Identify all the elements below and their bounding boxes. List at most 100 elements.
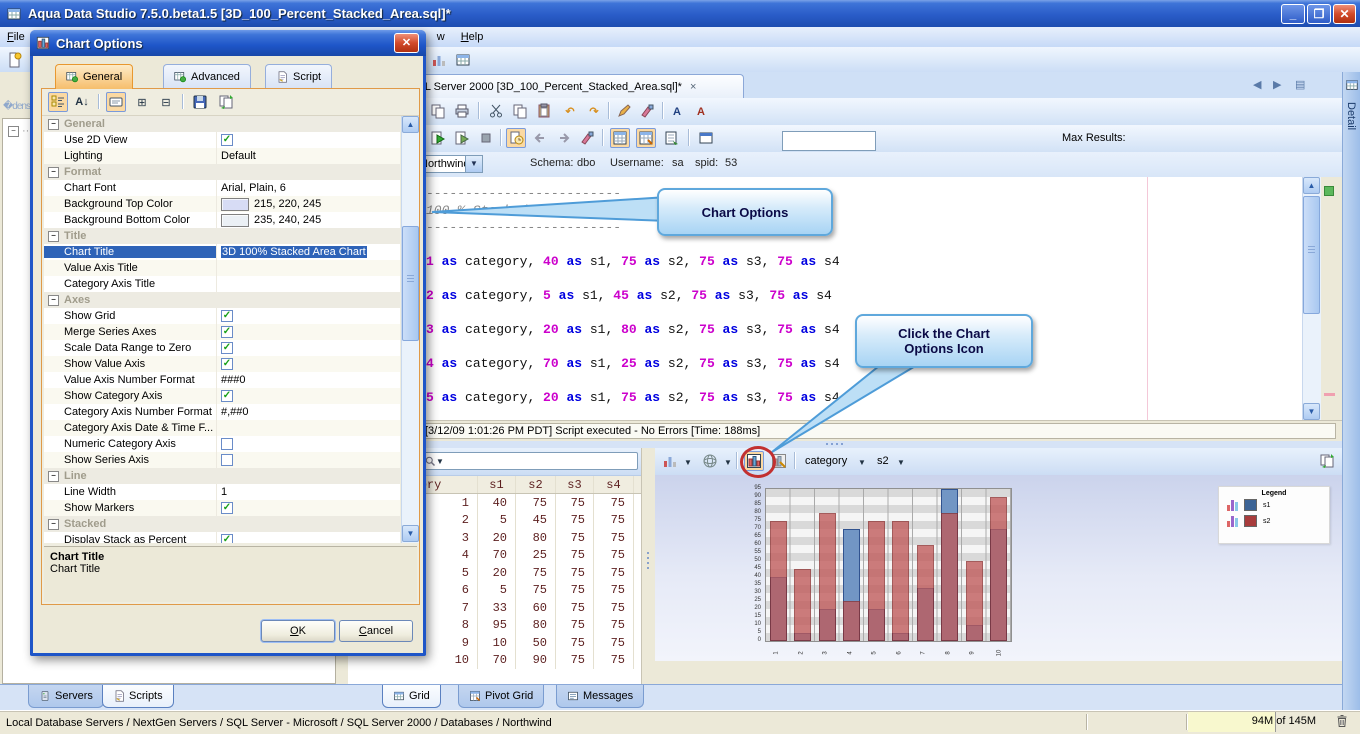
chart-type-caret-icon[interactable]: ▼ bbox=[684, 458, 692, 467]
chart-3d-caret-icon[interactable]: ▼ bbox=[724, 458, 732, 467]
property-row[interactable]: Scale Data Range to Zero ✓ bbox=[44, 340, 400, 356]
property-row[interactable]: Chart Title 3D 100% Stacked Area Chart bbox=[44, 244, 400, 260]
property-row[interactable]: Numeric Category Axis bbox=[44, 436, 400, 452]
tab-close-icon[interactable]: × bbox=[690, 81, 696, 93]
text-results-icon[interactable] bbox=[664, 130, 680, 146]
search-filter-caret-icon[interactable]: ▼ bbox=[436, 457, 444, 466]
chart-export-icon[interactable] bbox=[1319, 453, 1335, 469]
property-value[interactable]: Arial, Plain, 6 bbox=[216, 180, 400, 196]
prop-scroll-down-icon[interactable]: ▼ bbox=[402, 525, 419, 542]
tree-collapse-icon[interactable]: − bbox=[8, 125, 19, 137]
section-row[interactable]: − General bbox=[44, 116, 400, 132]
save-all-icon[interactable] bbox=[430, 103, 446, 119]
minimize-button[interactable]: _ bbox=[1281, 4, 1305, 24]
section-collapse-icon[interactable]: − bbox=[48, 230, 59, 242]
property-row[interactable]: Show Category Axis ✓ bbox=[44, 388, 400, 404]
scroll-down-icon[interactable]: ▼ bbox=[1303, 403, 1320, 420]
property-row[interactable]: Line Width 1 bbox=[44, 484, 400, 500]
property-row[interactable]: Category Axis Number Format #,##0 bbox=[44, 404, 400, 420]
property-row[interactable]: Show Value Axis ✓ bbox=[44, 356, 400, 372]
property-row[interactable]: Chart Font Arial, Plain, 6 bbox=[44, 180, 400, 196]
property-value[interactable]: ✓ bbox=[216, 324, 400, 340]
checkbox[interactable]: ✓ bbox=[221, 310, 233, 322]
section-row[interactable]: − Axes bbox=[44, 292, 400, 308]
property-value[interactable]: 1 bbox=[216, 484, 400, 500]
cut-icon[interactable] bbox=[488, 103, 504, 119]
tab-messages[interactable]: Messages bbox=[556, 685, 645, 708]
checkbox[interactable]: ✓ bbox=[221, 358, 233, 370]
section-collapse-icon[interactable]: − bbox=[48, 118, 59, 130]
ok-button[interactable]: OK bbox=[261, 620, 335, 642]
max-results-input[interactable] bbox=[782, 131, 876, 151]
table-icon[interactable] bbox=[455, 52, 471, 68]
y-field-caret-icon[interactable]: ▼ bbox=[897, 458, 905, 467]
section-collapse-icon[interactable]: − bbox=[48, 294, 59, 306]
tab-scripts[interactable]: Scripts bbox=[102, 685, 174, 708]
property-value[interactable] bbox=[216, 420, 400, 436]
chart-3d-icon[interactable] bbox=[702, 453, 718, 469]
checkbox[interactable]: ✓ bbox=[221, 534, 233, 543]
property-value[interactable] bbox=[216, 452, 400, 468]
y-field-dropdown[interactable]: s2 bbox=[877, 455, 889, 467]
property-value[interactable]: ✓ bbox=[216, 340, 400, 356]
format-icon[interactable] bbox=[616, 103, 632, 119]
scrollbar-thumb[interactable] bbox=[1303, 196, 1320, 314]
property-row[interactable]: Show Series Axis bbox=[44, 452, 400, 468]
expand-all-icon[interactable]: ⊞ bbox=[132, 92, 152, 112]
property-value[interactable]: #,##0 bbox=[216, 404, 400, 420]
property-value[interactable]: Default bbox=[216, 148, 400, 164]
undo-icon[interactable]: ↶ bbox=[560, 101, 580, 121]
lowercase-icon[interactable]: A bbox=[694, 103, 710, 119]
property-row[interactable]: Value Axis Number Format ###0 bbox=[44, 372, 400, 388]
property-row[interactable]: Display Stack as Percent ✓ bbox=[44, 532, 400, 543]
scroll-up-icon[interactable]: ▲ bbox=[1303, 177, 1320, 194]
horizontal-splitter[interactable] bbox=[348, 441, 1342, 448]
search-input[interactable]: ▼ bbox=[420, 452, 638, 470]
section-collapse-icon[interactable]: − bbox=[48, 470, 59, 482]
bar-s2[interactable] bbox=[843, 601, 860, 641]
section-row[interactable]: − Stacked bbox=[44, 516, 400, 532]
editor-scrollbar[interactable]: ▲ ▼ bbox=[1302, 177, 1321, 420]
property-value[interactable]: 235, 240, 245 bbox=[216, 212, 400, 228]
dialog-title-bar[interactable]: Chart Options bbox=[30, 30, 426, 56]
cancel-button[interactable]: Cancel bbox=[339, 620, 413, 642]
checkbox[interactable]: ✓ bbox=[221, 326, 233, 338]
vertical-splitter[interactable] bbox=[641, 448, 656, 684]
checkbox[interactable] bbox=[221, 454, 233, 466]
checkbox[interactable]: ✓ bbox=[221, 342, 233, 354]
window-icon[interactable] bbox=[698, 130, 714, 146]
section-collapse-icon[interactable]: − bbox=[48, 518, 59, 530]
checkbox[interactable]: ✓ bbox=[221, 134, 233, 146]
property-grid-scrollbar[interactable]: ▲ ▼ bbox=[401, 116, 419, 543]
checkbox[interactable]: ✓ bbox=[221, 390, 233, 402]
memory-gauge[interactable]: 94M of 145M bbox=[1188, 712, 1322, 732]
collapse-all-icon[interactable]: ⊟ bbox=[156, 92, 176, 112]
section-row[interactable]: − Title bbox=[44, 228, 400, 244]
tab-grid[interactable]: Grid bbox=[382, 685, 441, 708]
prop-scrollbar-thumb[interactable] bbox=[402, 226, 419, 341]
checkbox[interactable]: ✓ bbox=[221, 502, 233, 514]
uppercase-icon[interactable]: A bbox=[670, 103, 686, 119]
sort-az-icon[interactable]: A↓ bbox=[72, 92, 92, 112]
property-row[interactable]: Category Axis Date & Time F... bbox=[44, 420, 400, 436]
chevron-down-icon[interactable]: ▼ bbox=[465, 156, 482, 172]
tab-list-icon[interactable]: ▤ bbox=[1295, 78, 1305, 91]
property-row[interactable]: Use 2D View ✓ bbox=[44, 132, 400, 148]
tab-script[interactable]: Script bbox=[265, 64, 333, 89]
copy-icon[interactable] bbox=[512, 103, 528, 119]
menu-help[interactable]: Help bbox=[461, 31, 484, 43]
print-icon[interactable] bbox=[454, 103, 470, 119]
property-value[interactable]: ✓ bbox=[216, 532, 400, 543]
property-row[interactable]: Show Markers ✓ bbox=[44, 500, 400, 516]
prop-scroll-up-icon[interactable]: ▲ bbox=[402, 116, 419, 133]
column-header[interactable]: s1 bbox=[478, 476, 516, 493]
highlight-icon[interactable] bbox=[640, 103, 656, 119]
property-row[interactable]: Value Axis Title bbox=[44, 260, 400, 276]
property-value[interactable] bbox=[216, 436, 400, 452]
bar-s2[interactable] bbox=[794, 569, 811, 641]
checkbox[interactable] bbox=[221, 438, 233, 450]
auto-commit-icon[interactable] bbox=[508, 130, 524, 146]
execute-edit-icon[interactable] bbox=[454, 130, 470, 146]
redo-icon[interactable]: ↷ bbox=[584, 101, 604, 121]
close-button[interactable]: ✕ bbox=[1333, 4, 1356, 24]
